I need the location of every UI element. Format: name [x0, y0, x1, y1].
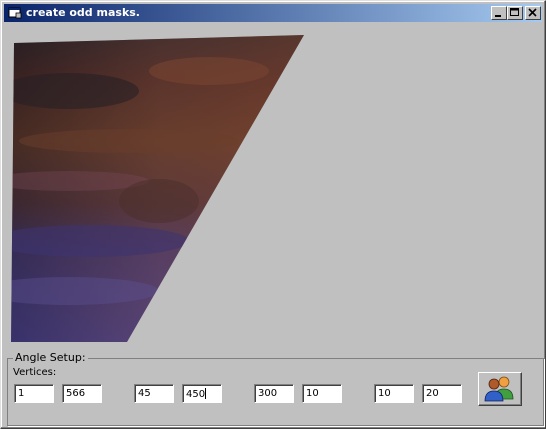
minimize-icon [495, 15, 501, 17]
close-button[interactable] [525, 6, 541, 20]
vertex-4-x-field[interactable]: 10 [374, 384, 414, 403]
title-bar[interactable]: create odd masks. [4, 4, 542, 22]
vertex-1-x-field[interactable]: 1 [14, 384, 54, 403]
vertex-3-x-field[interactable]: 300 [254, 384, 294, 403]
angle-setup-legend: Angle Setup: [13, 351, 88, 364]
vertex-3-y-field[interactable]: 10 [302, 384, 342, 403]
maximize-button[interactable] [507, 6, 523, 20]
window-title: create odd masks. [26, 6, 140, 19]
vertex-4-y-field[interactable]: 20 [422, 384, 462, 403]
close-icon [528, 8, 537, 17]
apply-mask-button[interactable] [478, 372, 522, 406]
vertex-2-y-field[interactable]: 450 [182, 384, 222, 403]
masked-texture-image [11, 35, 304, 342]
vertex-2-y-value: 450 [186, 389, 206, 400]
maximize-icon [510, 8, 519, 16]
vertex-1-y-field[interactable]: 566 [62, 384, 102, 403]
minimize-button[interactable] [491, 6, 507, 20]
users-icon [484, 376, 514, 402]
angle-setup-group: Angle Setup: Vertices: 1 566 45 450 300 … [7, 351, 544, 426]
vertex-2-x-field[interactable]: 45 [134, 384, 174, 403]
vertices-label: Vertices: [13, 367, 57, 378]
app-window-icon[interactable] [8, 6, 22, 20]
text-caret [205, 388, 207, 399]
main-window: create odd masks. Angle Setup: Vertices:… [0, 0, 546, 429]
